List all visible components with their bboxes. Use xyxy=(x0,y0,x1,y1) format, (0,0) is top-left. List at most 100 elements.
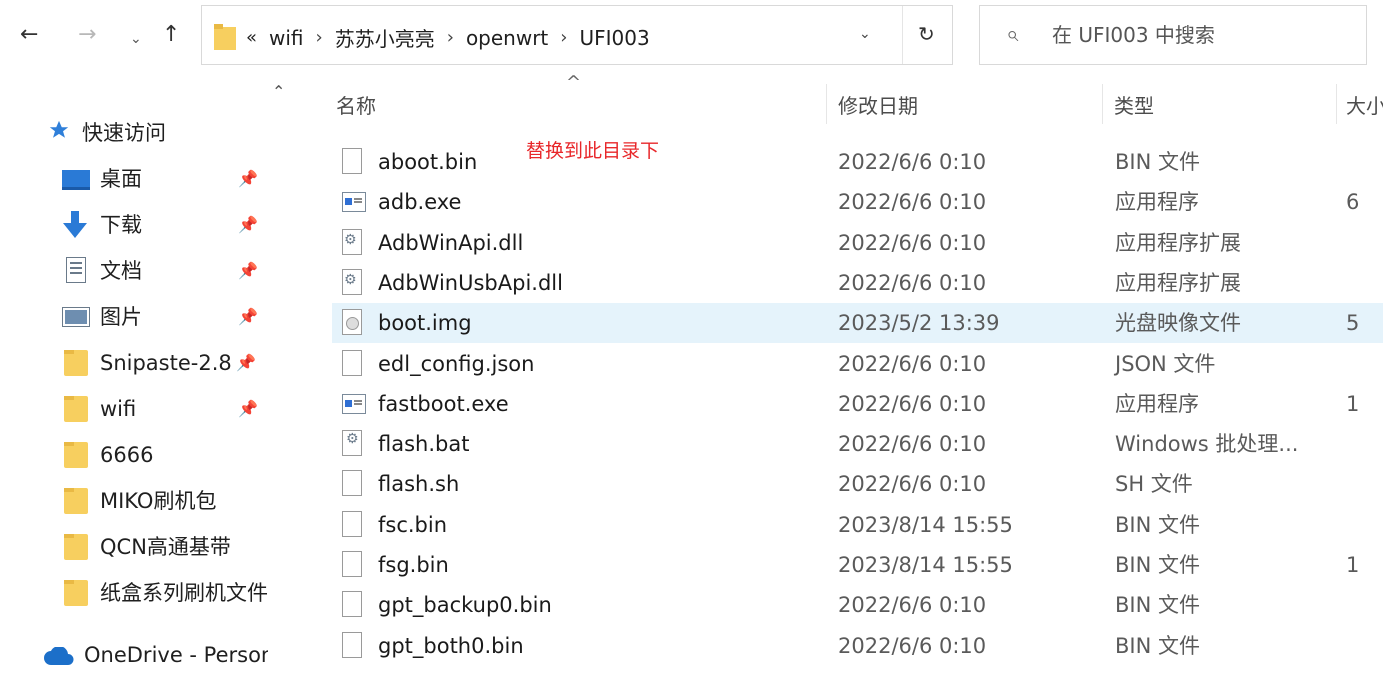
file-name: aboot.bin xyxy=(378,150,478,174)
sidebar-item-documents[interactable]: 文档 📌 xyxy=(0,254,268,288)
breadcrumb-overflow[interactable]: « xyxy=(246,27,257,48)
file-size: 5 xyxy=(1346,311,1360,336)
sidebar-item-wifi[interactable]: wifi 📌 xyxy=(0,392,268,426)
navigation-pane-scrollbar[interactable] xyxy=(268,72,278,676)
folder-icon xyxy=(64,534,88,560)
quick-access-label: 快速访问 xyxy=(82,121,166,145)
file-date: 2023/5/2 13:39 xyxy=(838,311,1000,336)
pictures-icon xyxy=(62,307,90,331)
file-size: 6 xyxy=(1346,190,1360,215)
file-name: boot.img xyxy=(378,311,472,336)
breadcrumb-item-openwrt[interactable]: openwrt xyxy=(466,26,548,50)
breadcrumb: « wifi › 苏苏小亮亮 › openwrt › UFI003 xyxy=(246,23,650,52)
column-header-type[interactable]: 类型 xyxy=(1114,90,1154,119)
file-icon xyxy=(342,148,362,174)
file-date: 2023/8/14 15:55 xyxy=(838,553,1013,577)
sidebar-item-miko[interactable]: MIKO刷机包 xyxy=(0,484,268,518)
file-row[interactable]: fsc.bin 2023/8/14 15:55 BIN 文件 xyxy=(332,505,1383,545)
file-type: 应用程序 xyxy=(1115,391,1199,416)
pin-icon[interactable]: 📌 xyxy=(238,169,258,188)
folder-icon xyxy=(64,396,88,422)
file-name: fsc.bin xyxy=(378,512,448,537)
quick-access[interactable]: 快速访问 xyxy=(0,116,268,150)
download-arrow-icon xyxy=(62,211,88,242)
file-row[interactable]: AdbWinApi.dll 2022/6/6 0:10 应用程序扩展 xyxy=(332,223,1383,263)
file-type: 应用程序 xyxy=(1115,190,1199,215)
pin-icon[interactable]: 📌 xyxy=(238,261,258,280)
file-date: 2022/6/6 0:10 xyxy=(838,633,987,658)
file-type: Windows 批处理... xyxy=(1115,432,1299,457)
file-row[interactable]: aboot.bin 2022/6/6 0:10 BIN 文件 xyxy=(332,142,1383,182)
file-row[interactable]: AdbWinUsbApi.dll 2022/6/6 0:10 应用程序扩展 xyxy=(332,263,1383,303)
batch-file-icon xyxy=(342,430,362,457)
sidebar-item-onedrive[interactable]: OneDrive - Personal xyxy=(0,638,268,672)
breadcrumb-separator[interactable]: › xyxy=(316,27,323,48)
folder-icon xyxy=(64,488,88,514)
document-icon xyxy=(66,257,86,287)
back-arrow-icon[interactable]: ← xyxy=(20,22,38,48)
file-row[interactable]: fsg.bin 2023/8/14 15:55 BIN 文件 1 xyxy=(332,545,1383,585)
sidebar-item-snipaste[interactable]: Snipaste-2.8 📌 xyxy=(0,346,268,380)
pin-icon[interactable]: 📌 xyxy=(238,399,258,418)
sidebar-item-qcn[interactable]: QCN高通基带 xyxy=(0,530,268,564)
file-type: BIN 文件 xyxy=(1115,553,1200,577)
application-icon xyxy=(342,393,366,414)
file-type: 光盘映像文件 xyxy=(1115,311,1241,336)
file-size: 1 xyxy=(1346,391,1360,416)
file-name: gpt_backup0.bin xyxy=(378,593,552,618)
breadcrumb-item-ufi003[interactable]: UFI003 xyxy=(579,26,649,50)
file-icon xyxy=(342,631,362,658)
refresh-icon[interactable]: ↻ xyxy=(918,22,935,46)
sidebar-item-desktop[interactable]: 桌面 📌 xyxy=(0,162,268,196)
pin-icon[interactable]: 📌 xyxy=(236,353,256,372)
file-type: 应用程序扩展 xyxy=(1115,230,1241,255)
pin-icon[interactable]: 📌 xyxy=(238,307,258,326)
breadcrumb-item-susu[interactable]: 苏苏小亮亮 xyxy=(335,23,435,52)
star-icon xyxy=(48,119,70,145)
column-divider[interactable] xyxy=(1102,84,1103,124)
folder-icon xyxy=(64,442,88,468)
breadcrumb-separator[interactable]: › xyxy=(447,27,454,48)
file-name: AdbWinApi.dll xyxy=(378,230,524,255)
column-header-size[interactable]: 大小 xyxy=(1346,90,1383,119)
breadcrumb-separator[interactable]: › xyxy=(560,27,567,48)
file-row[interactable]: gpt_backup0.bin 2022/6/6 0:10 BIN 文件 xyxy=(332,585,1383,625)
file-row[interactable]: flash.bat 2022/6/6 0:10 Windows 批处理... xyxy=(332,424,1383,464)
file-type: BIN 文件 xyxy=(1115,150,1200,174)
file-name: gpt_both0.bin xyxy=(378,633,524,658)
file-row[interactable]: boot.img 2023/5/2 13:39 光盘映像文件 5 xyxy=(332,303,1383,344)
file-row[interactable]: fastboot.exe 2022/6/6 0:10 应用程序 1 xyxy=(332,384,1383,424)
column-divider[interactable] xyxy=(826,84,827,124)
file-row[interactable]: edl_config.json 2022/6/6 0:10 JSON 文件 xyxy=(332,344,1383,384)
sidebar-item-label: Snipaste-2.8 xyxy=(100,351,232,375)
file-date: 2022/6/6 0:10 xyxy=(838,351,987,376)
folder-icon xyxy=(64,350,88,376)
file-name: adb.exe xyxy=(378,190,462,215)
sidebar-item-downloads[interactable]: 下载 📌 xyxy=(0,208,268,242)
search-input[interactable] xyxy=(1050,22,1354,48)
up-arrow-icon[interactable]: ↑ xyxy=(162,22,180,48)
column-header-name[interactable]: 名称 xyxy=(336,90,376,119)
breadcrumb-item-wifi[interactable]: wifi xyxy=(269,26,304,50)
file-row[interactable]: adb.exe 2022/6/6 0:10 应用程序 6 xyxy=(332,182,1383,222)
file-list: ^ 名称 修改日期 类型 大小 aboot.bin 2022/6/6 0:10 BI… xyxy=(278,72,1383,676)
pin-icon[interactable]: 📌 xyxy=(238,215,258,234)
file-name: flash.bat xyxy=(378,432,470,457)
address-dropdown-icon[interactable]: ⌄ xyxy=(859,26,871,42)
file-name: fastboot.exe xyxy=(378,391,509,416)
search-box[interactable]: ⌕ xyxy=(979,5,1367,65)
recent-locations-chevron-icon[interactable]: ⌄ xyxy=(130,26,142,52)
sidebar-item-label: 图片 xyxy=(100,305,142,329)
file-icon xyxy=(342,470,362,497)
sidebar-item-zhihe[interactable]: 纸盒系列刷机文件 xyxy=(0,576,268,610)
application-icon xyxy=(342,192,366,213)
file-icon xyxy=(342,551,362,577)
forward-arrow-icon[interactable]: → xyxy=(78,22,96,48)
column-header-date[interactable]: 修改日期 xyxy=(838,90,918,119)
file-row[interactable]: gpt_both0.bin 2022/6/6 0:10 BIN 文件 xyxy=(332,626,1383,666)
column-divider[interactable] xyxy=(1336,84,1337,124)
sidebar-item-6666[interactable]: 6666 xyxy=(0,438,268,472)
sidebar-item-pictures[interactable]: 图片 📌 xyxy=(0,300,268,334)
address-bar[interactable]: « wifi › 苏苏小亮亮 › openwrt › UFI003 ⌄ ↻ xyxy=(201,5,953,65)
file-row[interactable]: flash.sh 2022/6/6 0:10 SH 文件 xyxy=(332,464,1383,504)
